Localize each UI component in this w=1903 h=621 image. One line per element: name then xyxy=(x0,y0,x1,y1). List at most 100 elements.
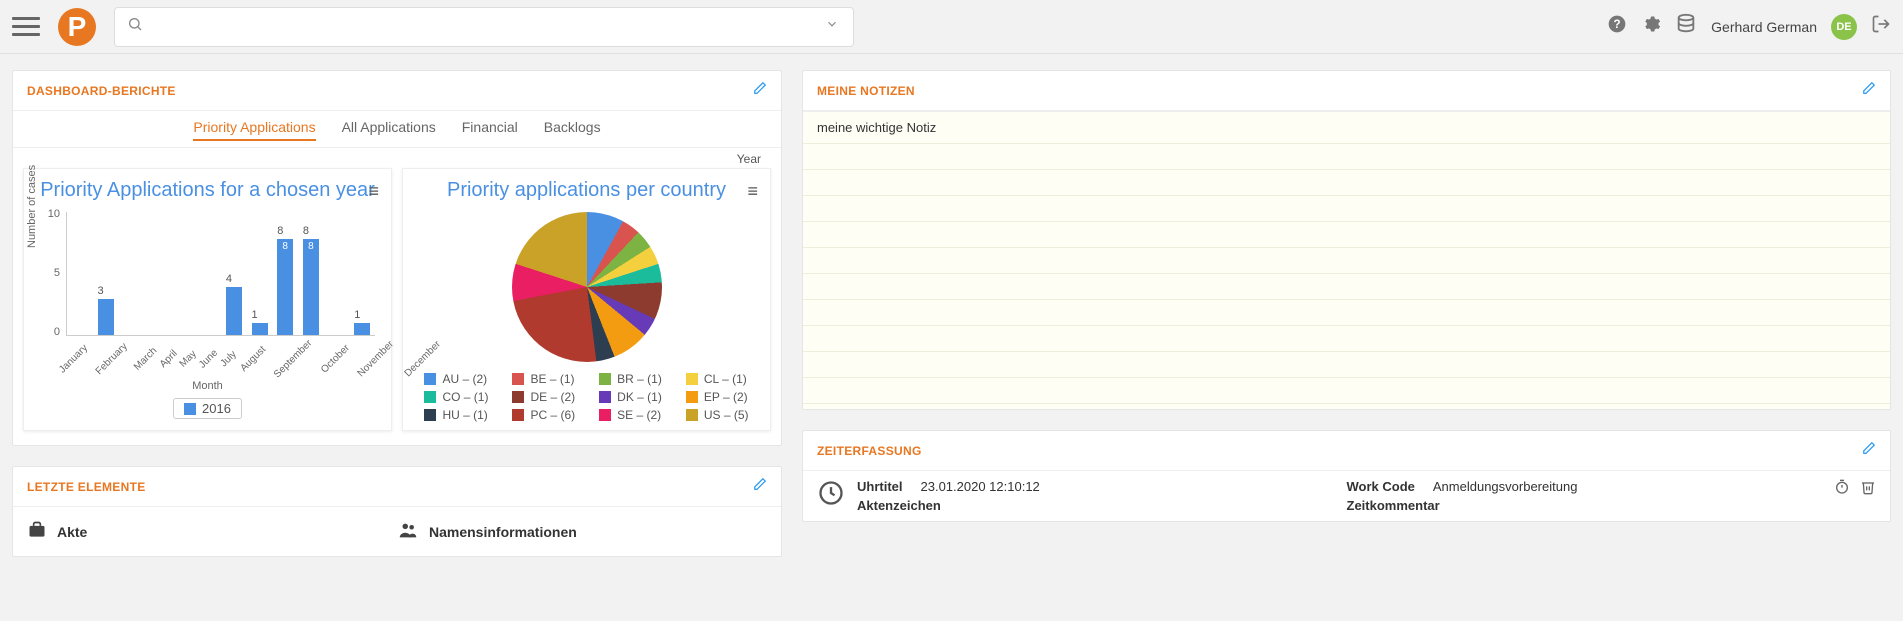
note-line[interactable] xyxy=(803,222,1890,248)
y-tick: 0 xyxy=(54,326,60,338)
legend-label: SE – (2) xyxy=(617,408,661,422)
legend-label: BR – (1) xyxy=(617,372,662,386)
workcode-label: Work Code xyxy=(1347,479,1415,494)
bar[interactable]: 1 xyxy=(354,323,370,335)
legend-item[interactable]: CL – (1) xyxy=(686,372,749,386)
comment-label: Zeitkommentar xyxy=(1347,498,1837,513)
tab-all-applications[interactable]: All Applications xyxy=(342,119,436,141)
legend-swatch xyxy=(512,391,524,403)
legend-item[interactable]: SE – (2) xyxy=(599,408,662,422)
bar[interactable]: 88 xyxy=(277,239,293,335)
hamburger-menu[interactable] xyxy=(12,13,40,41)
trash-icon[interactable] xyxy=(1860,479,1876,498)
user-name: Gerhard German xyxy=(1711,19,1817,35)
pencil-icon[interactable] xyxy=(753,477,767,496)
panel-title: MEINE NOTIZEN xyxy=(817,84,915,98)
bar[interactable]: 3 xyxy=(98,299,114,335)
note-line[interactable] xyxy=(803,352,1890,378)
y-tick: 10 xyxy=(48,208,60,220)
legend-item[interactable]: BE – (1) xyxy=(512,372,575,386)
bar-chart: Priority Applications for a chosen year … xyxy=(23,168,392,431)
legend-swatch xyxy=(599,391,611,403)
global-search[interactable] xyxy=(114,7,854,47)
legend-label: US – (5) xyxy=(704,408,749,422)
panel-title: ZEITERFASSUNG xyxy=(817,444,922,458)
gear-icon[interactable] xyxy=(1641,14,1661,39)
chart-menu-icon[interactable]: ≡ xyxy=(747,181,758,202)
search-input[interactable] xyxy=(151,19,841,35)
legend-item[interactable]: DK – (1) xyxy=(599,390,662,404)
bar-value-label: 4 xyxy=(226,273,232,285)
time-panel: ZEITERFASSUNG Uhrtitel 23.01.2020 12:10:… xyxy=(802,430,1891,522)
timer-icon[interactable] xyxy=(1834,479,1850,498)
pencil-icon[interactable] xyxy=(753,81,767,100)
note-line[interactable] xyxy=(803,248,1890,274)
bar-value-label: 8 xyxy=(277,225,283,237)
legend-item[interactable]: PC – (6) xyxy=(512,408,575,422)
pencil-icon[interactable] xyxy=(1862,81,1876,100)
bar-value-label: 1 xyxy=(252,309,258,321)
database-icon[interactable] xyxy=(1675,13,1697,40)
app-logo: P xyxy=(58,8,96,46)
recent-column: Akte xyxy=(27,519,397,544)
people-icon xyxy=(397,519,419,544)
legend-swatch xyxy=(599,409,611,421)
note-line[interactable] xyxy=(803,300,1890,326)
note-line[interactable]: meine wichtige Notiz xyxy=(803,112,1890,144)
notes-panel: MEINE NOTIZEN meine wichtige Notiz xyxy=(802,70,1891,410)
legend-item[interactable]: US – (5) xyxy=(686,408,749,422)
legend-item[interactable]: HU – (1) xyxy=(424,408,488,422)
year-label: Year xyxy=(737,152,761,166)
bar[interactable]: 1 xyxy=(252,323,268,335)
notes-body[interactable]: meine wichtige Notiz xyxy=(803,111,1890,409)
time-label-title: Uhrtitel xyxy=(857,479,903,494)
legend-item[interactable]: DE – (2) xyxy=(512,390,575,404)
dashboard-panel: DASHBOARD-BERICHTE Priority Applications… xyxy=(12,70,782,446)
tab-backlogs[interactable]: Backlogs xyxy=(544,119,601,141)
legend-item[interactable]: 2016 xyxy=(173,398,242,419)
help-icon[interactable]: ? xyxy=(1607,14,1627,39)
note-line[interactable] xyxy=(803,326,1890,352)
legend-swatch xyxy=(686,391,698,403)
legend-swatch xyxy=(512,373,524,385)
recent-column: Namensinformationen xyxy=(397,519,767,544)
chart-menu-icon[interactable]: ≡ xyxy=(368,181,379,202)
legend-item[interactable]: EP – (2) xyxy=(686,390,749,404)
chevron-down-icon[interactable] xyxy=(825,17,839,36)
note-line[interactable] xyxy=(803,144,1890,170)
legend-label: CL – (1) xyxy=(704,372,747,386)
legend-swatch xyxy=(512,409,524,421)
legend-label: EP – (2) xyxy=(704,390,748,404)
chart-title: Priority applications per country xyxy=(447,179,726,201)
legend-label: HU – (1) xyxy=(442,408,487,422)
note-line[interactable] xyxy=(803,378,1890,404)
pencil-icon[interactable] xyxy=(1862,441,1876,460)
legend-label: CO – (1) xyxy=(442,390,488,404)
svg-text:?: ? xyxy=(1614,18,1621,31)
tab-priority-applications[interactable]: Priority Applications xyxy=(193,119,315,141)
briefcase-icon xyxy=(27,520,47,543)
panel-title: DASHBOARD-BERICHTE xyxy=(27,84,176,98)
legend-item[interactable]: BR – (1) xyxy=(599,372,662,386)
chart-title: Priority Applications for a chosen year xyxy=(40,179,375,201)
note-line[interactable] xyxy=(803,196,1890,222)
bar[interactable]: 4 xyxy=(226,287,242,335)
tab-financial[interactable]: Financial xyxy=(462,119,518,141)
bar-value-label: 3 xyxy=(98,285,104,297)
avatar[interactable]: DE xyxy=(1831,14,1857,40)
bar[interactable]: 88 xyxy=(303,239,319,335)
bar-value-label: 1 xyxy=(354,309,360,321)
search-icon xyxy=(127,16,143,37)
legend-swatch xyxy=(599,373,611,385)
note-line[interactable] xyxy=(803,274,1890,300)
recent-label: Namensinformationen xyxy=(429,524,577,540)
legend-swatch xyxy=(686,373,698,385)
y-tick: 5 xyxy=(54,267,60,279)
legend-swatch xyxy=(686,409,698,421)
legend-label: DE – (2) xyxy=(530,390,575,404)
logout-icon[interactable] xyxy=(1871,14,1891,39)
time-timestamp: 23.01.2020 12:10:12 xyxy=(921,479,1040,494)
panel-title: LETZTE ELEMENTE xyxy=(27,480,146,494)
recent-panel: LETZTE ELEMENTE Akte Namensinformationen xyxy=(12,466,782,557)
note-line[interactable] xyxy=(803,170,1890,196)
